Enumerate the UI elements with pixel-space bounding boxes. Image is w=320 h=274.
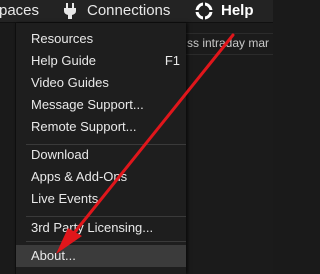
menu-item-label: Help Guide: [31, 53, 97, 68]
background-panel: [185, 23, 273, 274]
menu-item-video-guides[interactable]: Video Guides: [16, 72, 186, 94]
plug-icon: [64, 3, 76, 19]
menu-item-help-guide[interactable]: Help Guide F1: [16, 50, 186, 72]
menu-item-third-party-licensing[interactable]: 3rd Party Licensing...: [16, 217, 186, 239]
menu-item-label: Resources: [31, 31, 94, 46]
menu-item-remote-support[interactable]: Remote Support...: [16, 116, 186, 138]
menu-item-about[interactable]: About...: [16, 245, 186, 267]
menu-separator: [26, 241, 186, 242]
menu-item-label: Message Support...: [31, 97, 144, 112]
menu-item-message-support[interactable]: Message Support...: [16, 94, 186, 116]
help-circle-icon: [195, 2, 213, 20]
menu-item-live-events[interactable]: Live Events: [16, 188, 186, 210]
menu-connections-label: Connections: [87, 2, 171, 19]
background-text: ss intraday mar: [187, 36, 270, 50]
menu-workspaces[interactable]: paces: [0, 0, 39, 22]
menu-item-apps-addons[interactable]: Apps & Add-Ons: [16, 166, 186, 188]
menu-item-label: About...: [31, 248, 76, 263]
menu-item-label: Download: [31, 147, 89, 162]
menu-bar: paces Connections Help: [0, 0, 273, 23]
help-dropdown-menu: Resources Help Guide F1 Video Guides Mes…: [15, 23, 186, 274]
menu-item-label: Remote Support...: [31, 119, 137, 134]
menu-item-label: Live Events: [31, 191, 99, 206]
menu-item-label: 3rd Party Licensing...: [31, 220, 154, 235]
menu-item-download[interactable]: Download: [16, 144, 186, 166]
menu-item-label: Apps & Add-Ons: [31, 169, 128, 184]
menu-item-resources[interactable]: Resources: [16, 28, 186, 50]
menu-workspaces-label: paces: [0, 2, 40, 19]
menu-help-label: Help: [221, 2, 254, 19]
menu-item-shortcut: F1: [164, 53, 180, 68]
menu-item-label: Video Guides: [31, 75, 109, 90]
